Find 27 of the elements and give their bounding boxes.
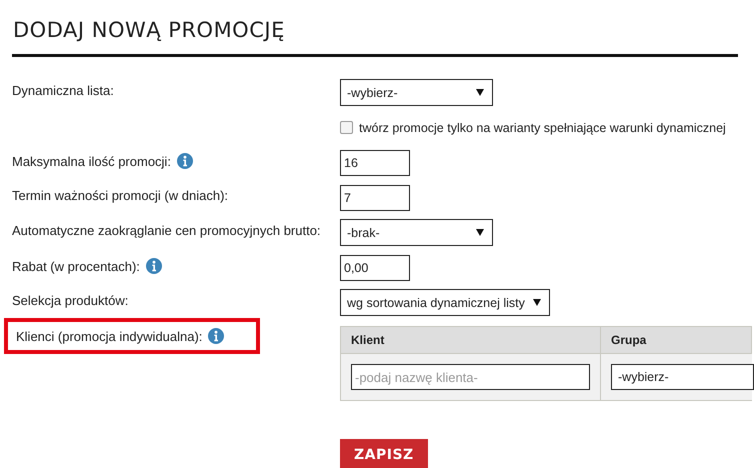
caret-icon <box>532 299 541 306</box>
field-label: Termin ważności promocji (w dniach): <box>12 188 228 203</box>
field-label: Selekcja produktów: <box>12 293 128 308</box>
checkbox-label: twórz promocje tylko na warianty spełniające warunki dynamicznej <box>359 120 726 134</box>
input-field[interactable]: 7 <box>340 184 410 210</box>
input-field[interactable]: 16 <box>340 150 410 176</box>
input-field[interactable]: 0,00 <box>340 254 410 280</box>
caret-icon <box>476 229 484 236</box>
field-label: Dynamiczna lista: <box>12 83 114 98</box>
caret-icon <box>476 89 484 96</box>
dropdown[interactable]: -wybierz- <box>340 79 493 106</box>
field-label: Maksymalna ilość promocji: <box>12 154 171 168</box>
field-label: Klienci (promocja indywidualna): <box>16 328 202 344</box>
page-title: DODAJ NOWĄ PROMOCJĘ <box>13 18 286 42</box>
dropdown[interactable]: -brak- <box>340 219 493 246</box>
save-button[interactable]: ZAPISZ <box>340 439 428 468</box>
info-icon[interactable] <box>146 258 162 274</box>
dropdown[interactable]: -wybierz- <box>611 364 754 390</box>
field-label: Automatyczne zaokrąglanie cen promocyjnych brutto: <box>12 223 321 238</box>
info-icon[interactable] <box>208 328 224 344</box>
checkbox[interactable] <box>340 121 353 134</box>
field-label: Rabat (w procentach): <box>12 258 140 274</box>
column-header: Grupa <box>601 327 752 354</box>
info-icon[interactable] <box>176 153 193 169</box>
column-header: Klient <box>341 327 601 354</box>
input-field[interactable]: -podaj nazwę klienta- <box>351 364 590 390</box>
dropdown[interactable]: wg sortowania dynamicznej listy <box>340 289 550 316</box>
